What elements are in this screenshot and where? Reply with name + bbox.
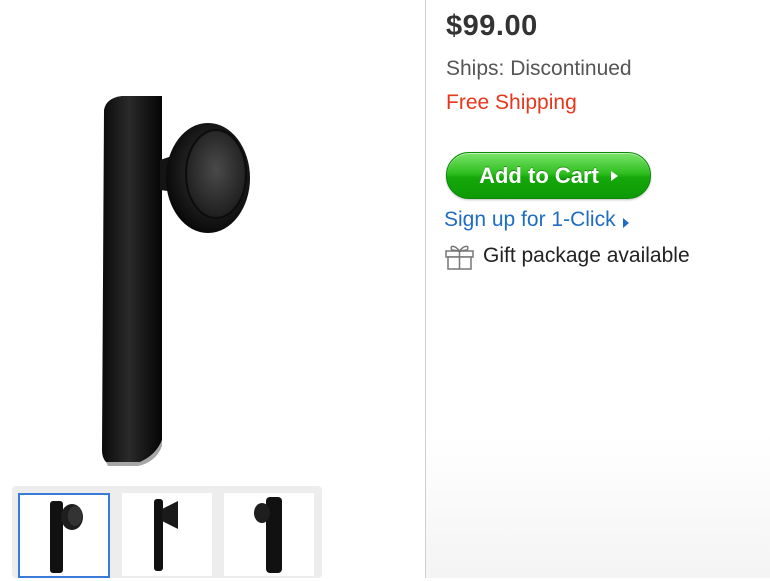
one-click-label: Sign up for 1-Click: [444, 208, 616, 231]
purchase-panel: $99.00 Ships: Discontinued Free Shipping…: [426, 0, 770, 578]
thumbnail-side[interactable]: [122, 493, 212, 576]
chevron-right-icon: [622, 218, 629, 228]
product-image-panel: [0, 0, 425, 578]
gift-package-info: Gift package available: [444, 242, 690, 270]
one-click-signup-link[interactable]: Sign up for 1-Click: [444, 208, 629, 232]
arrow-right-icon: [610, 170, 618, 181]
headset-thumb-front-icon: [50, 501, 83, 573]
free-shipping-label: Free Shipping: [446, 91, 577, 114]
gift-package-label: Gift package available: [483, 244, 690, 267]
thumbnail-strip: [12, 486, 322, 578]
shipping-status: Ships: Discontinued: [446, 57, 632, 80]
add-to-cart-button[interactable]: Add to Cart: [446, 152, 651, 199]
thumbnail-back[interactable]: [224, 493, 314, 576]
add-to-cart-label: Add to Cart: [479, 162, 599, 188]
price: $99.00: [446, 10, 538, 42]
headset-thumb-side-icon: [154, 499, 178, 571]
thumbnail-front[interactable]: [18, 493, 110, 578]
headset-thumb-back-icon: [254, 497, 282, 573]
gift-box-icon: [445, 245, 474, 270]
headset-main-image: [102, 96, 250, 466]
